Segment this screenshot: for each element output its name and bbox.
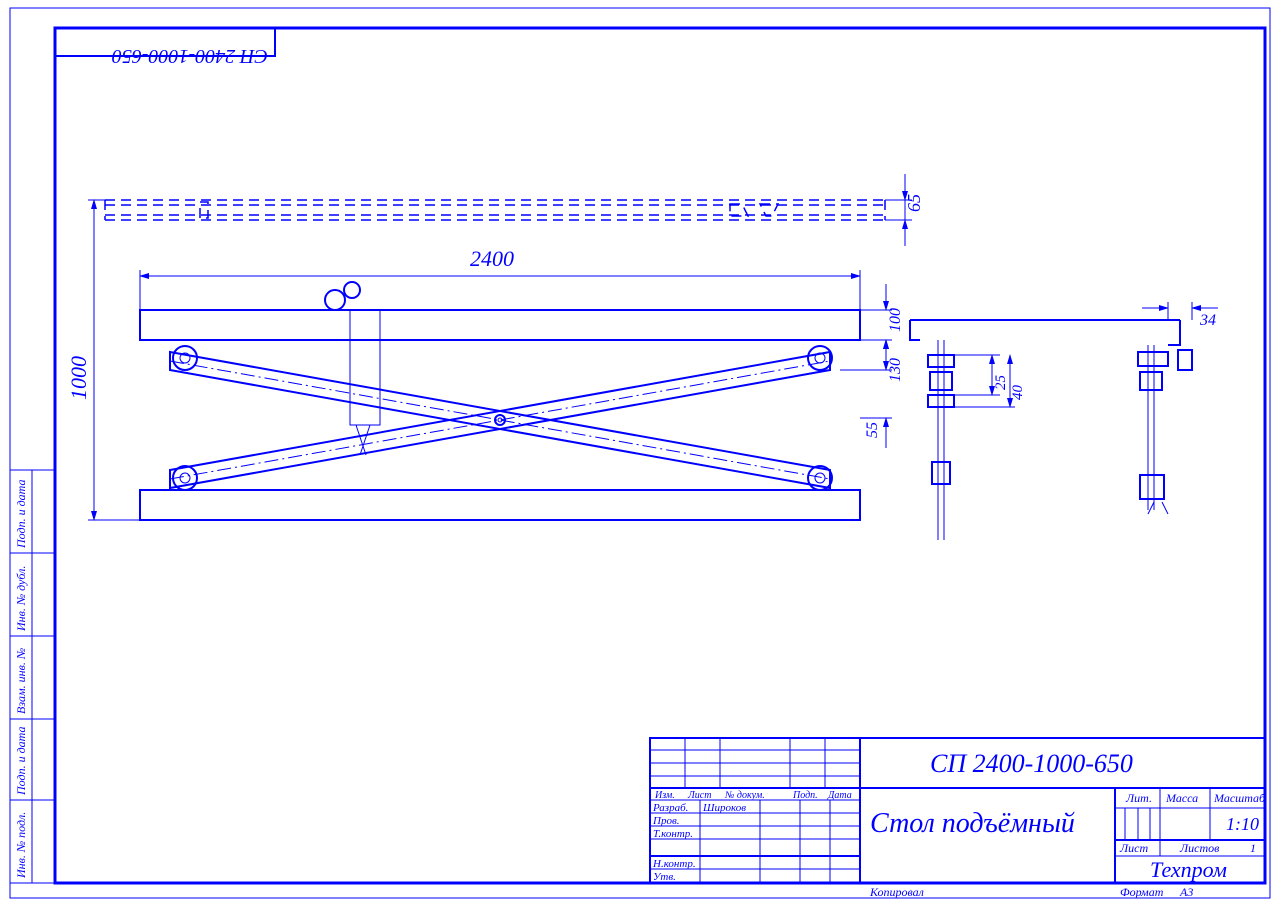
dim-100: 100 — [887, 308, 904, 332]
dim-65: 65 — [904, 194, 924, 212]
title: Стол подъёмный — [870, 808, 1075, 839]
r-prov: Пров. — [652, 815, 679, 827]
kopiroval: Копировал — [869, 885, 924, 899]
format-lbl: Формат — [1120, 885, 1164, 899]
sb4: Инв. № дубл. — [14, 566, 28, 632]
dev: Широков — [702, 802, 746, 814]
dim-130: 130 — [887, 358, 904, 382]
h-podp: Подп. — [792, 790, 818, 801]
sheets: 1 — [1250, 841, 1256, 855]
drawing-sheet: СП 2400-1000-650 Инв. № подл. Подп. и да… — [0, 0, 1280, 906]
docnum: СП 2400-1000-650 — [930, 749, 1133, 778]
dim-2400: 2400 — [470, 246, 514, 271]
scale: 1:10 — [1226, 814, 1259, 834]
sidebar: Инв. № подл. Подп. и дата Взам. инв. № И… — [10, 470, 55, 883]
h-data: Дата — [827, 790, 852, 801]
dim-25: 25 — [993, 375, 1009, 391]
masshtab: Масштаб — [1213, 791, 1266, 805]
listov-lbl: Листов — [1179, 841, 1219, 855]
top-view: 65 — [105, 174, 924, 246]
sb2: Подп. и дата — [14, 727, 28, 796]
dim-55: 55 — [864, 422, 881, 438]
sb3: Взам. инв. № — [14, 648, 28, 714]
sb1: Инв. № подл. — [14, 812, 28, 879]
format: А3 — [1179, 885, 1193, 899]
r-razrab: Разраб. — [652, 802, 688, 814]
front-view: 2400 1000 100 130 55 — [66, 200, 904, 520]
company: Техпром — [1150, 857, 1227, 882]
list-lbl: Лист — [1119, 841, 1148, 855]
h-docnum: № докум. — [724, 790, 765, 801]
dim-34: 34 — [1199, 312, 1216, 329]
h-izm: Изм. — [654, 790, 675, 801]
h-list: Лист — [687, 790, 711, 801]
side-detail: 25 40 34 — [910, 302, 1218, 540]
dim-40: 40 — [1010, 385, 1026, 401]
massa: Масса — [1165, 791, 1198, 805]
doc-code-rot: СП 2400-1000-650 — [112, 45, 268, 67]
r-nkontr: Н.контр. — [652, 858, 696, 870]
sb5: Подп. и дата — [14, 480, 28, 549]
r-tkontr: Т.контр. — [653, 828, 693, 840]
r-utv: Утв. — [653, 871, 676, 883]
lit: Лит. — [1125, 791, 1152, 805]
title-block: Изм. Лист № докум. Подп. Дата Разраб. Ши… — [650, 738, 1266, 883]
dim-1000: 1000 — [66, 356, 91, 400]
